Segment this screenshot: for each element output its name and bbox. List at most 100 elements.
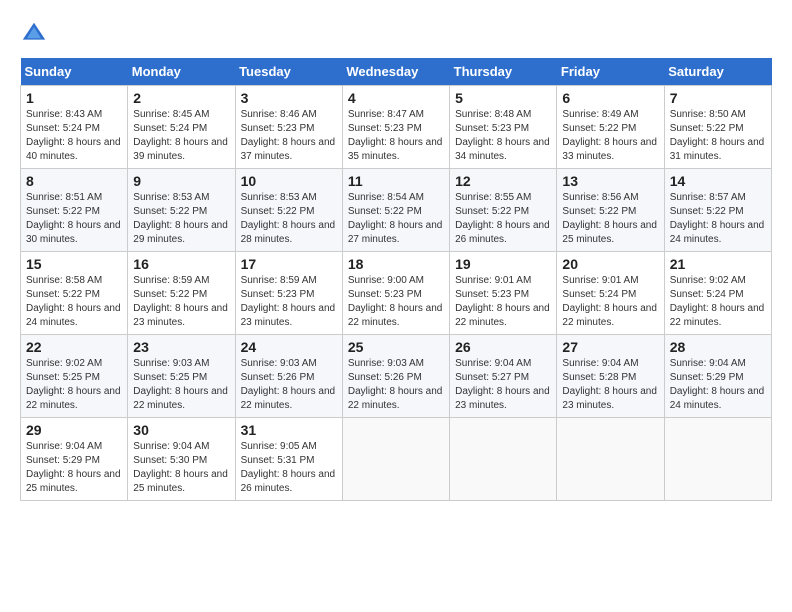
weekday-header: Tuesday: [235, 58, 342, 86]
day-info: Sunrise: 9:04 AM Sunset: 5:29 PM Dayligh…: [26, 440, 122, 496]
day-number: 20: [562, 256, 658, 272]
day-info: Sunrise: 8:54 AM Sunset: 5:22 PM Dayligh…: [348, 191, 444, 247]
calendar-week-row: 8 Sunrise: 8:51 AM Sunset: 5:22 PM Dayli…: [21, 169, 772, 252]
day-info: Sunrise: 8:50 AM Sunset: 5:22 PM Dayligh…: [670, 108, 766, 164]
calendar-cell: [557, 418, 664, 501]
calendar-cell: 15 Sunrise: 8:58 AM Sunset: 5:22 PM Dayl…: [21, 252, 128, 335]
calendar-cell: 5 Sunrise: 8:48 AM Sunset: 5:23 PM Dayli…: [450, 86, 557, 169]
weekday-header: Wednesday: [342, 58, 449, 86]
day-info: Sunrise: 9:05 AM Sunset: 5:31 PM Dayligh…: [241, 440, 337, 496]
day-number: 27: [562, 339, 658, 355]
calendar-cell: 8 Sunrise: 8:51 AM Sunset: 5:22 PM Dayli…: [21, 169, 128, 252]
day-info: Sunrise: 9:03 AM Sunset: 5:26 PM Dayligh…: [348, 357, 444, 413]
day-info: Sunrise: 9:03 AM Sunset: 5:25 PM Dayligh…: [133, 357, 229, 413]
calendar-cell: [450, 418, 557, 501]
day-number: 5: [455, 90, 551, 106]
weekday-header: Thursday: [450, 58, 557, 86]
calendar-cell: [342, 418, 449, 501]
calendar-cell: 12 Sunrise: 8:55 AM Sunset: 5:22 PM Dayl…: [450, 169, 557, 252]
calendar-cell: 30 Sunrise: 9:04 AM Sunset: 5:30 PM Dayl…: [128, 418, 235, 501]
day-number: 24: [241, 339, 337, 355]
weekday-header: Sunday: [21, 58, 128, 86]
day-info: Sunrise: 8:57 AM Sunset: 5:22 PM Dayligh…: [670, 191, 766, 247]
page-header: [20, 20, 772, 48]
calendar-cell: 16 Sunrise: 8:59 AM Sunset: 5:22 PM Dayl…: [128, 252, 235, 335]
calendar-cell: 31 Sunrise: 9:05 AM Sunset: 5:31 PM Dayl…: [235, 418, 342, 501]
day-number: 22: [26, 339, 122, 355]
calendar-week-row: 15 Sunrise: 8:58 AM Sunset: 5:22 PM Dayl…: [21, 252, 772, 335]
day-info: Sunrise: 8:51 AM Sunset: 5:22 PM Dayligh…: [26, 191, 122, 247]
calendar-cell: [664, 418, 771, 501]
calendar-cell: 19 Sunrise: 9:01 AM Sunset: 5:23 PM Dayl…: [450, 252, 557, 335]
day-number: 11: [348, 173, 444, 189]
calendar-cell: 24 Sunrise: 9:03 AM Sunset: 5:26 PM Dayl…: [235, 335, 342, 418]
day-info: Sunrise: 9:01 AM Sunset: 5:24 PM Dayligh…: [562, 274, 658, 330]
calendar-cell: 21 Sunrise: 9:02 AM Sunset: 5:24 PM Dayl…: [664, 252, 771, 335]
calendar-cell: 14 Sunrise: 8:57 AM Sunset: 5:22 PM Dayl…: [664, 169, 771, 252]
day-info: Sunrise: 9:01 AM Sunset: 5:23 PM Dayligh…: [455, 274, 551, 330]
calendar-cell: 4 Sunrise: 8:47 AM Sunset: 5:23 PM Dayli…: [342, 86, 449, 169]
day-info: Sunrise: 9:02 AM Sunset: 5:24 PM Dayligh…: [670, 274, 766, 330]
day-info: Sunrise: 8:55 AM Sunset: 5:22 PM Dayligh…: [455, 191, 551, 247]
calendar-cell: 26 Sunrise: 9:04 AM Sunset: 5:27 PM Dayl…: [450, 335, 557, 418]
day-info: Sunrise: 9:04 AM Sunset: 5:30 PM Dayligh…: [133, 440, 229, 496]
day-info: Sunrise: 8:59 AM Sunset: 5:22 PM Dayligh…: [133, 274, 229, 330]
calendar-cell: 11 Sunrise: 8:54 AM Sunset: 5:22 PM Dayl…: [342, 169, 449, 252]
calendar-cell: 3 Sunrise: 8:46 AM Sunset: 5:23 PM Dayli…: [235, 86, 342, 169]
calendar-cell: 23 Sunrise: 9:03 AM Sunset: 5:25 PM Dayl…: [128, 335, 235, 418]
calendar-cell: 29 Sunrise: 9:04 AM Sunset: 5:29 PM Dayl…: [21, 418, 128, 501]
day-info: Sunrise: 8:49 AM Sunset: 5:22 PM Dayligh…: [562, 108, 658, 164]
day-info: Sunrise: 8:46 AM Sunset: 5:23 PM Dayligh…: [241, 108, 337, 164]
calendar-cell: 9 Sunrise: 8:53 AM Sunset: 5:22 PM Dayli…: [128, 169, 235, 252]
day-number: 30: [133, 422, 229, 438]
day-info: Sunrise: 9:03 AM Sunset: 5:26 PM Dayligh…: [241, 357, 337, 413]
calendar-cell: 17 Sunrise: 8:59 AM Sunset: 5:23 PM Dayl…: [235, 252, 342, 335]
day-number: 7: [670, 90, 766, 106]
day-number: 1: [26, 90, 122, 106]
day-info: Sunrise: 9:02 AM Sunset: 5:25 PM Dayligh…: [26, 357, 122, 413]
day-info: Sunrise: 8:48 AM Sunset: 5:23 PM Dayligh…: [455, 108, 551, 164]
day-number: 15: [26, 256, 122, 272]
day-number: 6: [562, 90, 658, 106]
day-number: 10: [241, 173, 337, 189]
calendar-cell: 6 Sunrise: 8:49 AM Sunset: 5:22 PM Dayli…: [557, 86, 664, 169]
day-number: 14: [670, 173, 766, 189]
calendar-cell: 27 Sunrise: 9:04 AM Sunset: 5:28 PM Dayl…: [557, 335, 664, 418]
day-number: 17: [241, 256, 337, 272]
weekday-header-row: SundayMondayTuesdayWednesdayThursdayFrid…: [21, 58, 772, 86]
calendar-cell: 7 Sunrise: 8:50 AM Sunset: 5:22 PM Dayli…: [664, 86, 771, 169]
day-number: 3: [241, 90, 337, 106]
calendar-cell: 28 Sunrise: 9:04 AM Sunset: 5:29 PM Dayl…: [664, 335, 771, 418]
day-number: 19: [455, 256, 551, 272]
day-info: Sunrise: 8:59 AM Sunset: 5:23 PM Dayligh…: [241, 274, 337, 330]
day-info: Sunrise: 8:56 AM Sunset: 5:22 PM Dayligh…: [562, 191, 658, 247]
day-info: Sunrise: 8:45 AM Sunset: 5:24 PM Dayligh…: [133, 108, 229, 164]
day-number: 28: [670, 339, 766, 355]
calendar-cell: 18 Sunrise: 9:00 AM Sunset: 5:23 PM Dayl…: [342, 252, 449, 335]
calendar-cell: 1 Sunrise: 8:43 AM Sunset: 5:24 PM Dayli…: [21, 86, 128, 169]
day-info: Sunrise: 9:04 AM Sunset: 5:29 PM Dayligh…: [670, 357, 766, 413]
day-info: Sunrise: 9:00 AM Sunset: 5:23 PM Dayligh…: [348, 274, 444, 330]
day-number: 9: [133, 173, 229, 189]
day-info: Sunrise: 9:04 AM Sunset: 5:27 PM Dayligh…: [455, 357, 551, 413]
day-number: 26: [455, 339, 551, 355]
day-info: Sunrise: 8:53 AM Sunset: 5:22 PM Dayligh…: [133, 191, 229, 247]
calendar-cell: 13 Sunrise: 8:56 AM Sunset: 5:22 PM Dayl…: [557, 169, 664, 252]
calendar-week-row: 29 Sunrise: 9:04 AM Sunset: 5:29 PM Dayl…: [21, 418, 772, 501]
day-number: 2: [133, 90, 229, 106]
weekday-header: Monday: [128, 58, 235, 86]
day-number: 25: [348, 339, 444, 355]
day-info: Sunrise: 9:04 AM Sunset: 5:28 PM Dayligh…: [562, 357, 658, 413]
logo: [20, 20, 52, 48]
calendar-week-row: 1 Sunrise: 8:43 AM Sunset: 5:24 PM Dayli…: [21, 86, 772, 169]
calendar-cell: 20 Sunrise: 9:01 AM Sunset: 5:24 PM Dayl…: [557, 252, 664, 335]
weekday-header: Friday: [557, 58, 664, 86]
day-number: 8: [26, 173, 122, 189]
day-number: 29: [26, 422, 122, 438]
weekday-header: Saturday: [664, 58, 771, 86]
calendar-cell: 2 Sunrise: 8:45 AM Sunset: 5:24 PM Dayli…: [128, 86, 235, 169]
day-info: Sunrise: 8:43 AM Sunset: 5:24 PM Dayligh…: [26, 108, 122, 164]
day-number: 12: [455, 173, 551, 189]
day-number: 16: [133, 256, 229, 272]
day-info: Sunrise: 8:53 AM Sunset: 5:22 PM Dayligh…: [241, 191, 337, 247]
